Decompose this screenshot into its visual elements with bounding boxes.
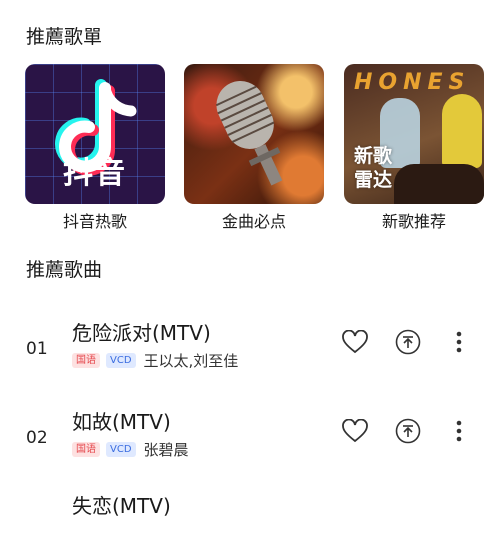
- playlist-card-golden-hits[interactable]: 金曲必点: [184, 64, 324, 232]
- song-artist: 王以太,刘至佳: [143, 352, 239, 370]
- song-title[interactable]: 如故(MTV): [72, 406, 171, 435]
- playlist-card-new-songs[interactable]: HONES 新歌 雷达 新歌推荐: [344, 64, 484, 232]
- song-title[interactable]: 危险派对(MTV): [72, 317, 211, 346]
- song-row[interactable]: 02 如故(MTV) 国语 VCD 张碧晨: [0, 406, 500, 476]
- song-row[interactable]: 01 危险派对(MTV) 国语 VCD 王以太,刘至佳: [0, 317, 500, 387]
- format-badge: VCD: [106, 353, 136, 368]
- song-index: 02: [26, 428, 48, 448]
- more-options-icon[interactable]: [446, 418, 472, 444]
- playlist-name: 新歌推荐: [381, 212, 446, 231]
- playlist-card-douyin[interactable]: 抖音 抖音热歌: [25, 64, 165, 232]
- more-options-icon[interactable]: [446, 329, 472, 355]
- pin-to-top-icon[interactable]: [395, 329, 421, 355]
- cover-text: 抖音: [63, 156, 127, 191]
- playlist-cover-douyin: 抖音: [25, 64, 165, 204]
- song-artist: 张碧晨: [143, 441, 189, 459]
- format-badge: VCD: [106, 442, 136, 457]
- language-badge: 国语: [72, 353, 100, 368]
- song-index: 01: [26, 339, 48, 359]
- recommended-songs-title: 推薦歌曲: [26, 259, 103, 281]
- song-row[interactable]: 失恋(MTV): [0, 490, 500, 560]
- microphone-icon: [215, 80, 283, 186]
- playlist-cover-microphone: [184, 64, 324, 204]
- cover-text-top: HONES: [354, 70, 471, 95]
- playlist-name: 金曲必点: [221, 212, 286, 231]
- recommended-playlists-title: 推薦歌單: [26, 26, 103, 48]
- heart-icon[interactable]: [342, 418, 368, 444]
- song-title[interactable]: 失恋(MTV): [72, 490, 171, 519]
- pin-to-top-icon[interactable]: [395, 418, 421, 444]
- heart-icon[interactable]: [342, 329, 368, 355]
- playlist-cover-new-songs: HONES 新歌 雷达: [344, 64, 484, 204]
- cover-text: 新歌 雷达: [354, 145, 393, 191]
- playlist-name: 抖音热歌: [62, 212, 127, 231]
- language-badge: 国语: [72, 442, 100, 457]
